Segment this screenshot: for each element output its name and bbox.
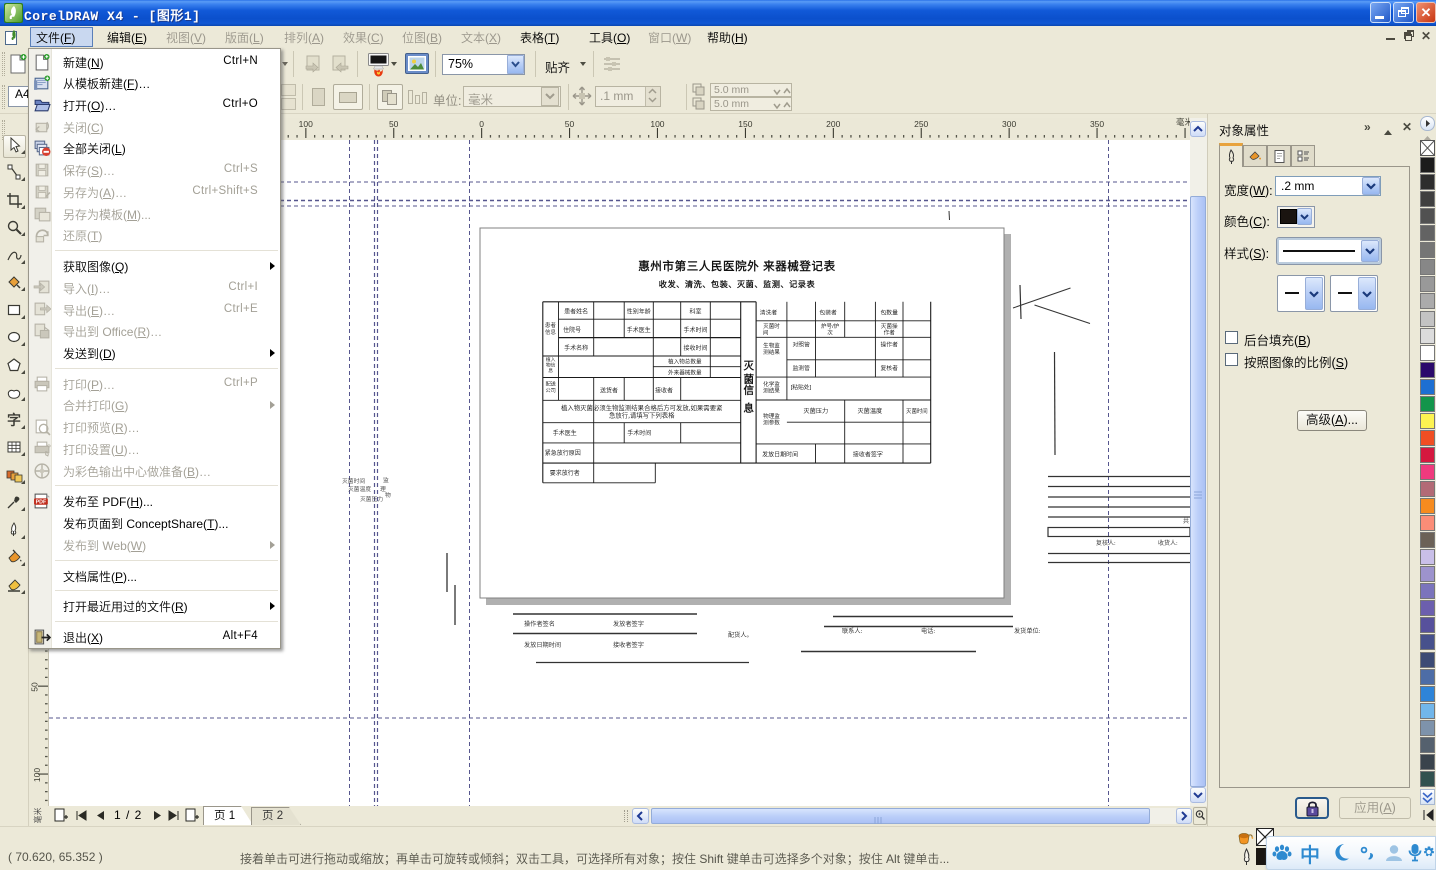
- svg-text:发货单位:: 发货单位:: [1014, 626, 1041, 635]
- svg-text:发放者签字: 发放者签字: [613, 619, 644, 628]
- svg-text:患者姓名: 患者姓名: [564, 307, 588, 316]
- svg-text:信息: 信息: [545, 328, 556, 336]
- svg-text:紧急放行原因: 紧急放行原因: [545, 448, 581, 457]
- svg-text:包数量: 包数量: [880, 307, 898, 316]
- svg-text:手术医生: 手术医生: [627, 325, 651, 334]
- svg-text:发放日期时间: 发放日期时间: [762, 449, 798, 458]
- svg-text:复核人:: 复核人:: [1096, 538, 1116, 547]
- svg-text:接收者签字: 接收者签字: [613, 640, 644, 649]
- svg-text:[粘贴处]: [粘贴处]: [791, 382, 812, 391]
- svg-text:操作者: 操作者: [880, 339, 898, 348]
- svg-text:发放日期时间: 发放日期时间: [524, 640, 561, 649]
- svg-text:灭菌压力: 灭菌压力: [803, 406, 828, 415]
- svg-text:对照管: 对照管: [792, 339, 810, 348]
- svg-text:要求放行者: 要求放行者: [550, 468, 580, 477]
- svg-text:电话:: 电话:: [921, 626, 935, 635]
- svg-text:住院号: 住院号: [563, 325, 581, 334]
- svg-text:间: 间: [763, 328, 769, 336]
- svg-text:测结果: 测结果: [763, 348, 780, 356]
- svg-text:外来器械数量: 外来器械数量: [668, 369, 702, 377]
- svg-text:灭菌压力: 灭菌压力: [360, 494, 383, 503]
- svg-text:科室: 科室: [689, 307, 701, 316]
- svg-text:接收者签字: 接收者签字: [853, 449, 883, 458]
- svg-text:字: 字: [7, 412, 21, 429]
- svg-text:惠州市第三人民医院外 来器械登记表: 惠州市第三人民医院外 来器械登记表: [638, 258, 835, 274]
- svg-text:急放行,请填写下列表格: 急放行,请填写下列表格: [609, 410, 675, 419]
- svg-text:测结果: 测结果: [763, 387, 780, 395]
- svg-text:联系人:: 联系人:: [842, 626, 863, 635]
- svg-text:操作者签名: 操作者签名: [524, 619, 555, 628]
- svg-text:?: ?: [47, 442, 51, 451]
- svg-text:收发、清洗、包装、灭菌、监测、记录表: 收发、清洗、包装、灭菌、监测、记录表: [659, 278, 816, 290]
- svg-text:息: 息: [548, 367, 553, 374]
- svg-text:作者: 作者: [884, 328, 896, 336]
- svg-text:手术医生: 手术医生: [553, 428, 577, 437]
- svg-text:手术名称: 手术名称: [564, 343, 588, 352]
- svg-text:接收时间: 接收时间: [683, 343, 707, 352]
- svg-text:监: 监: [383, 475, 389, 484]
- svg-text:性别年龄: 性别年龄: [627, 307, 651, 316]
- svg-text:手术时间: 手术时间: [683, 325, 707, 334]
- svg-text:物: 物: [385, 490, 391, 499]
- svg-text:测参数: 测参数: [763, 419, 780, 427]
- svg-text:共: 共: [1183, 516, 1189, 525]
- svg-text:次: 次: [827, 328, 833, 336]
- svg-text:包装者: 包装者: [819, 307, 837, 316]
- svg-text:复核者: 复核者: [880, 363, 898, 372]
- svg-text:植入物总数量: 植入物总数量: [668, 358, 702, 366]
- svg-text:公司: 公司: [545, 387, 555, 394]
- svg-text:配货人。: 配货人。: [728, 630, 753, 639]
- svg-text:清洗者: 清洗者: [760, 307, 778, 316]
- svg-text:送货者: 送货者: [600, 385, 618, 394]
- svg-text:息: 息: [743, 401, 754, 416]
- svg-text:PDF: PDF: [36, 500, 47, 506]
- svg-text:信: 信: [743, 383, 754, 398]
- svg-text:灭菌时间: 灭菌时间: [906, 407, 928, 415]
- svg-text:灭菌温度: 灭菌温度: [857, 406, 882, 415]
- svg-text:收货人:: 收货人:: [1158, 538, 1178, 547]
- svg-text:手术时间: 手术时间: [627, 428, 651, 437]
- svg-text:灭菌温度: 灭菌温度: [348, 484, 371, 493]
- svg-text:监测管: 监测管: [792, 363, 810, 372]
- svg-text:接收者: 接收者: [655, 385, 673, 394]
